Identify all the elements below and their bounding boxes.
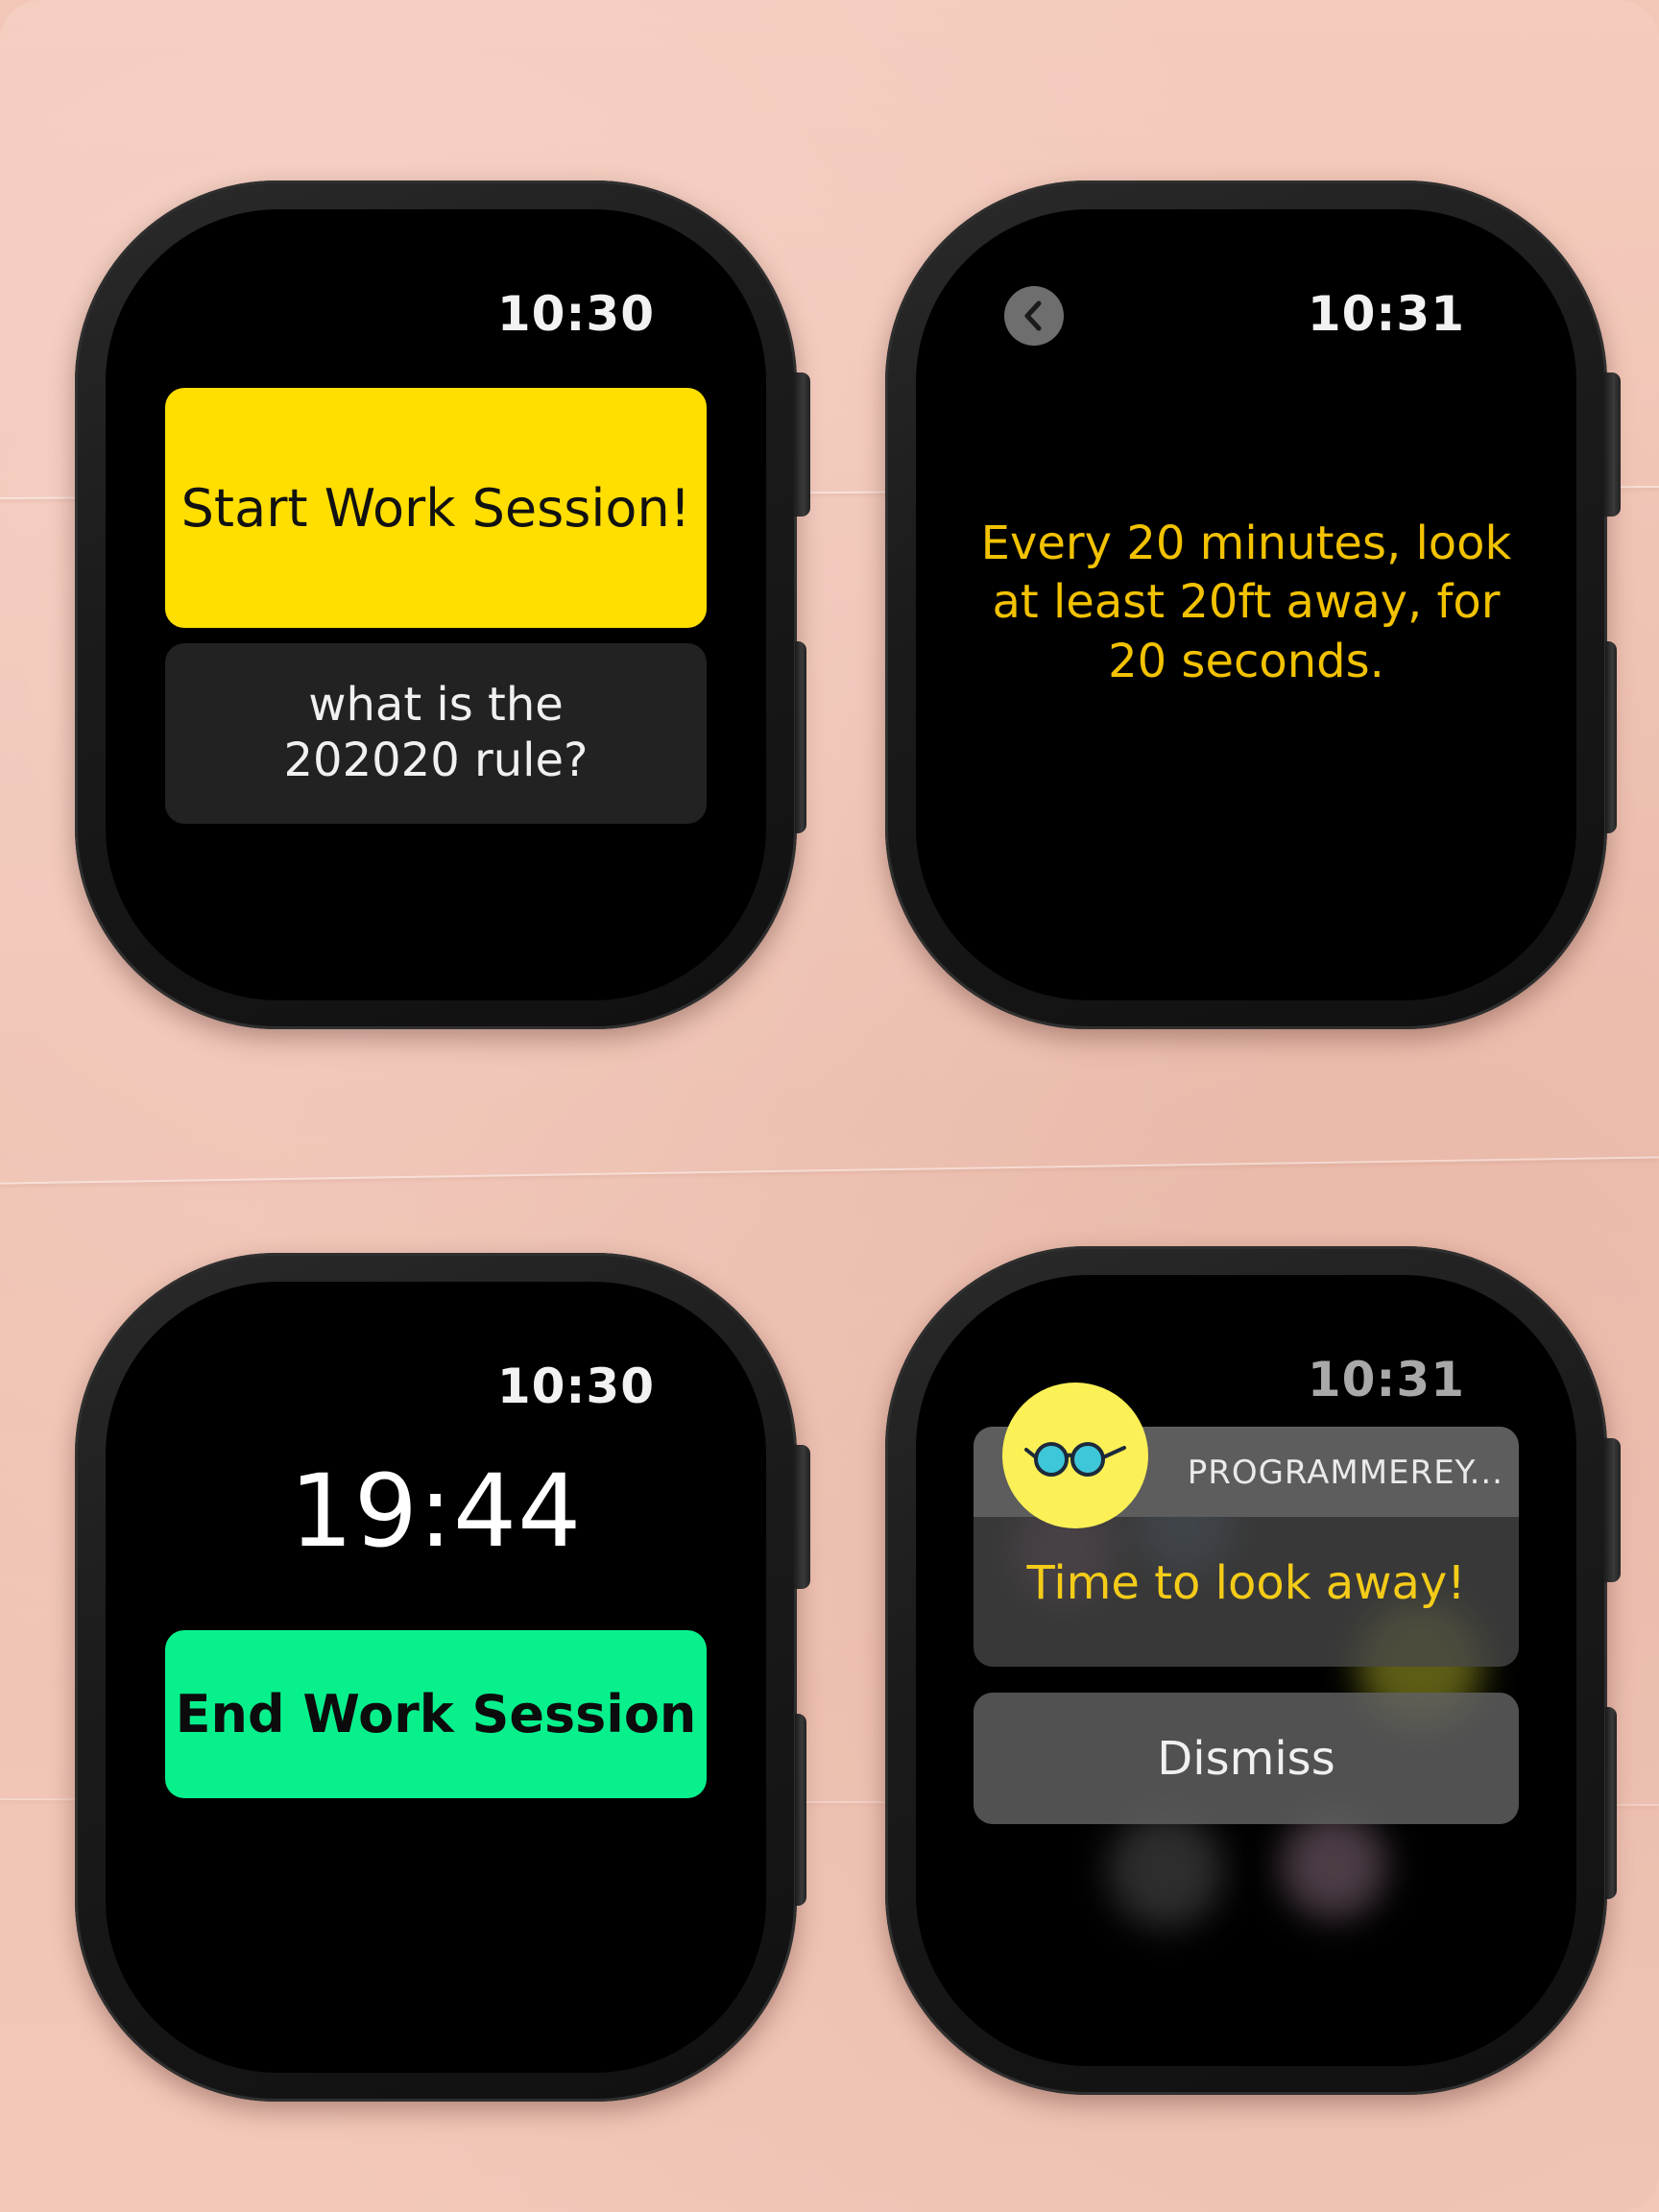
status-time: 10:30	[496, 286, 655, 342]
back-button[interactable]	[1004, 286, 1064, 346]
watch-screen: 10:31 PROGRAMMEREY... Time to look away!…	[916, 1275, 1576, 2066]
digital-crown[interactable]	[793, 373, 810, 517]
watch-rule-screen: 10:31 Every 20 minutes, look at least 20…	[885, 180, 1621, 1029]
paper-crease	[0, 1156, 1659, 1185]
status-time: 10:31	[1307, 1352, 1465, 1407]
side-button[interactable]	[795, 1714, 806, 1906]
glasses-icon	[1024, 1442, 1126, 1477]
dismiss-button[interactable]: Dismiss	[974, 1693, 1519, 1824]
watch-session-screen: 10:30 19:44 End Work Session	[75, 1253, 810, 2102]
start-work-session-button[interactable]: Start Work Session!	[165, 388, 707, 628]
watch-screen: 10:30 Start Work Session! what is the 20…	[106, 209, 766, 1000]
notification-message: Time to look away!	[1026, 1556, 1466, 1610]
start-work-session-label: Start Work Session!	[180, 477, 691, 539]
watch-screen: 10:30 19:44 End Work Session	[106, 1282, 766, 2073]
blurred-background	[1281, 1813, 1386, 1918]
blurred-background	[1108, 1813, 1223, 1928]
digital-crown[interactable]	[1603, 1438, 1621, 1582]
watch-notification-screen: 10:31 PROGRAMMEREY... Time to look away!…	[885, 1246, 1621, 2095]
app-name: PROGRAMMEREY...	[1187, 1454, 1503, 1492]
side-button[interactable]	[795, 641, 806, 833]
end-work-session-label: End Work Session	[175, 1684, 697, 1744]
dismiss-label: Dismiss	[1157, 1731, 1335, 1786]
digital-crown[interactable]	[793, 1445, 810, 1589]
watch-home-screen: 10:30 Start Work Session! what is the 20…	[75, 180, 810, 1029]
app-icon	[1002, 1382, 1148, 1528]
side-button[interactable]	[1605, 1707, 1617, 1899]
countdown-timer: 19:44	[289, 1453, 583, 1570]
status-time: 10:31	[1307, 286, 1465, 342]
what-is-rule-button[interactable]: what is the 202020 rule?	[165, 643, 707, 824]
chevron-left-icon	[1024, 301, 1042, 331]
digital-crown[interactable]	[1603, 373, 1621, 517]
what-is-rule-label: what is the 202020 rule?	[283, 678, 589, 787]
rule-description: Every 20 minutes, look at least 20ft awa…	[980, 517, 1512, 688]
end-work-session-button[interactable]: End Work Session	[165, 1630, 707, 1798]
side-button[interactable]	[1605, 641, 1617, 833]
status-time: 10:30	[496, 1358, 655, 1414]
watch-screen: 10:31 Every 20 minutes, look at least 20…	[916, 209, 1576, 1000]
